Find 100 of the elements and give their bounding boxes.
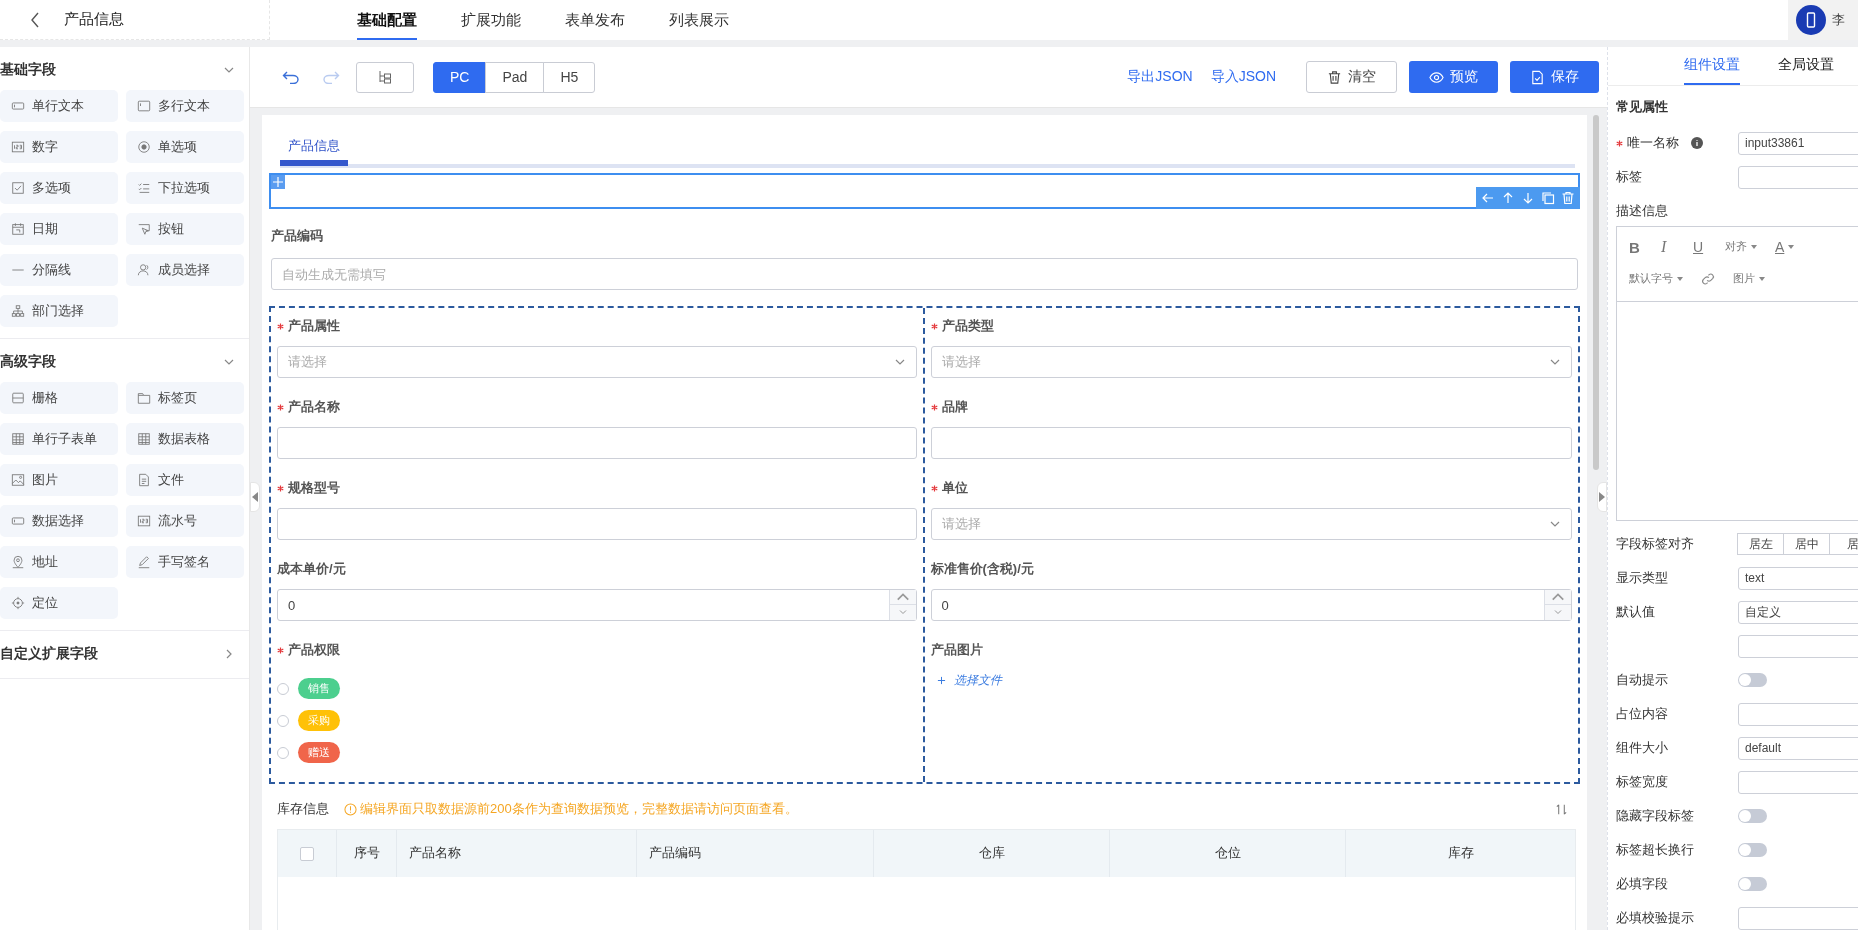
arrow-down-icon[interactable] [1521, 191, 1535, 205]
field-palette-item[interactable]: 多行文本 [126, 90, 244, 122]
section-header[interactable]: 基础字段 [0, 57, 249, 83]
select-all-checkbox[interactable] [300, 846, 314, 861]
field-palette-item[interactable]: 地址 [0, 546, 118, 578]
crosshair-icon [11, 596, 25, 610]
settings-tab[interactable]: 组件设置 [1684, 47, 1740, 85]
toggle-switch[interactable] [1738, 843, 1767, 857]
option-tag: 销售 [298, 678, 340, 699]
field-palette-item[interactable]: 部门选择 [0, 295, 118, 327]
collapse-handle[interactable] [250, 482, 260, 512]
field-palette-item[interactable]: 单选项 [126, 131, 244, 163]
drop-zone[interactable] [269, 173, 1580, 209]
section-header[interactable]: 自定义扩展字段 [0, 641, 249, 667]
radio-icon [137, 140, 151, 154]
toggle-switch[interactable] [1738, 877, 1767, 891]
number-field[interactable]: 0 [277, 589, 917, 621]
tree-button[interactable] [356, 61, 414, 93]
pen-icon [137, 555, 151, 569]
table-icon [137, 432, 151, 446]
text-field[interactable] [277, 427, 917, 459]
font-color-button[interactable]: A [1775, 239, 1795, 255]
text-field[interactable]: input33861 [1738, 131, 1858, 155]
field-palette-item[interactable]: 流水号 [126, 505, 244, 537]
text-field[interactable]: text [1738, 566, 1858, 590]
eye-icon [1429, 69, 1444, 85]
nav-tab[interactable]: 表单发布 [565, 0, 625, 40]
field-label: 规格型号 [288, 479, 340, 497]
device-toggle[interactable]: Pad [485, 61, 545, 93]
field-label: 产品属性 [288, 317, 340, 335]
bold-button[interactable]: B [1629, 238, 1643, 256]
field-palette-item[interactable]: 图片 [0, 464, 118, 496]
text-field[interactable] [1738, 770, 1858, 794]
preview-button[interactable]: 预览 [1409, 61, 1498, 93]
italic-button[interactable]: I [1661, 238, 1675, 256]
align-option[interactable]: 居中 [1783, 533, 1830, 555]
field-palette-item[interactable]: 单行子表单 [0, 423, 118, 455]
text-field[interactable]: 自动生成无需填写 [271, 258, 1578, 290]
field-palette-item[interactable]: 多选项 [0, 172, 118, 204]
field-palette-item[interactable]: 数据表格 [126, 423, 244, 455]
nav-tab[interactable]: 基础配置 [357, 0, 417, 40]
rich-text-editor[interactable]: B I U 对齐 A 默认字号 图片 [1616, 226, 1858, 521]
json-link[interactable]: 导出JSON [1127, 68, 1193, 86]
field-palette-item[interactable]: 下拉选项 [126, 172, 244, 204]
text-field[interactable] [1738, 906, 1858, 930]
nav-tab[interactable]: 列表展示 [669, 0, 729, 40]
back-icon[interactable] [30, 11, 40, 28]
field-palette-item[interactable]: 定位 [0, 587, 118, 619]
location-pin-icon [11, 555, 25, 569]
align-option[interactable]: 居左 [1737, 533, 1784, 555]
toolbar-dropdown[interactable]: 图片 [1733, 272, 1765, 286]
field-palette-item[interactable]: 单行文本 [0, 90, 118, 122]
field-palette-item[interactable]: 数据选择 [0, 505, 118, 537]
device-toggle[interactable]: H5 [543, 61, 596, 93]
save-button[interactable]: 保存 [1510, 61, 1599, 93]
column-header: 产品编码 [637, 830, 874, 877]
cursor-icon [137, 222, 151, 236]
toolbar-dropdown[interactable]: 默认字号 [1629, 272, 1683, 286]
arrow-up-icon[interactable] [1501, 191, 1515, 205]
move-handle-icon[interactable] [271, 175, 285, 189]
text-field[interactable] [277, 508, 917, 540]
delete-icon[interactable] [1561, 191, 1575, 205]
text-field[interactable] [930, 427, 1572, 459]
field-palette-item[interactable]: 数字 [0, 131, 118, 163]
notice-text: 编辑界面只取数据源前200条作为查询数据预览，完整数据请访问页面查看。 [360, 800, 798, 818]
clear-button[interactable]: 清空 [1306, 61, 1397, 93]
checkbox-icon [11, 181, 25, 195]
field-palette-item[interactable]: 分隔线 [0, 254, 118, 286]
field-palette-item[interactable]: 栅格 [0, 382, 118, 414]
scrollbar[interactable] [1593, 115, 1599, 470]
toolbar-dropdown[interactable]: 对齐 [1725, 240, 1757, 254]
sort-icon[interactable] [1555, 802, 1568, 816]
number-field[interactable]: 0 [930, 589, 1572, 621]
text-field[interactable] [1738, 634, 1858, 658]
select-file-link[interactable]: 选择文件 [936, 672, 1572, 689]
text-field[interactable] [1738, 702, 1858, 726]
link-icon[interactable] [1701, 272, 1715, 286]
avatar-icon[interactable] [1796, 5, 1826, 35]
json-link[interactable]: 导入JSON [1210, 68, 1276, 86]
field-palette-item[interactable]: 按钮 [126, 213, 244, 245]
text-field[interactable] [1738, 165, 1858, 189]
text-field[interactable]: default [1738, 736, 1858, 760]
field-palette-item[interactable]: 文件 [126, 464, 244, 496]
nav-tab[interactable]: 扩展功能 [461, 0, 521, 40]
section-header[interactable]: 高级字段 [0, 349, 249, 375]
person-icon [137, 263, 151, 277]
field-palette-item[interactable]: 标签页 [126, 382, 244, 414]
copy-icon[interactable] [1541, 191, 1555, 205]
field-palette-item[interactable]: 日期 [0, 213, 118, 245]
settings-tab[interactable]: 全局设置 [1778, 47, 1834, 85]
align-option[interactable]: 居 [1829, 533, 1858, 555]
underline-button[interactable]: U [1693, 239, 1707, 255]
toggle-switch[interactable] [1738, 809, 1767, 823]
device-toggle[interactable]: PC [433, 61, 487, 93]
column-header: 库存 [1446, 845, 1475, 862]
toggle-switch[interactable] [1738, 673, 1767, 687]
field-palette-item[interactable]: 成员选择 [126, 254, 244, 286]
field-palette-item[interactable]: 手写签名 [126, 546, 244, 578]
arrow-left-icon[interactable] [1481, 191, 1495, 205]
text-field[interactable]: 自定义 [1738, 600, 1858, 624]
